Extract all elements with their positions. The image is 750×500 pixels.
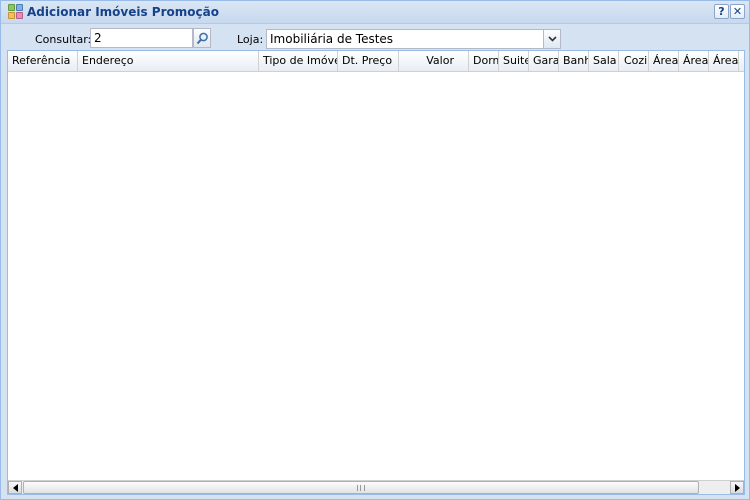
grid-apps-icon <box>8 4 23 19</box>
scroll-thumb[interactable] <box>23 481 699 494</box>
column-header-suite[interactable]: Suite <box>499 51 529 71</box>
dialog-window: Adicionar Imóveis Promoção ? ✕ Consultar… <box>0 0 750 500</box>
column-header-cozinha[interactable]: Cozir <box>619 51 649 71</box>
column-header-dorm[interactable]: Dorm <box>469 51 499 71</box>
column-header-area-1[interactable]: Área <box>649 51 679 71</box>
grid-body[interactable] <box>8 73 744 480</box>
arrow-left-icon <box>13 484 18 492</box>
search-button[interactable] <box>193 28 211 48</box>
column-header-area-3[interactable]: Área <box>709 51 739 71</box>
title-bar[interactable]: Adicionar Imóveis Promoção ? ✕ <box>1 1 749 24</box>
scroll-left-button[interactable] <box>8 481 22 494</box>
column-header-referencia[interactable]: Referência <box>8 51 78 71</box>
grip-icon <box>357 485 365 491</box>
column-header-valor[interactable]: Valor <box>399 51 469 71</box>
help-button[interactable]: ? <box>714 4 729 19</box>
imoveis-grid: Referência Endereço Tipo de Imóvel Dt. P… <box>7 50 745 495</box>
column-header-tipo-imovel[interactable]: Tipo de Imóvel <box>259 51 338 71</box>
grid-header: Referência Endereço Tipo de Imóvel Dt. P… <box>8 51 744 72</box>
loja-select[interactable]: Imobiliária de Testes <box>266 29 545 49</box>
column-header-garagem[interactable]: Gara <box>529 51 559 71</box>
chevron-down-icon <box>548 36 557 42</box>
search-icon <box>196 32 208 45</box>
search-form: Consultar: Loja: Imobiliária de Testes <box>7 25 745 50</box>
column-header-sala[interactable]: Sala <box>589 51 619 71</box>
horizontal-scrollbar[interactable] <box>8 480 744 494</box>
column-header-endereco[interactable]: Endereço <box>78 51 259 71</box>
arrow-right-icon <box>735 484 740 492</box>
consultar-input[interactable] <box>90 28 193 48</box>
scroll-right-button[interactable] <box>730 481 744 494</box>
close-button[interactable]: ✕ <box>730 4 745 19</box>
loja-dropdown-button[interactable] <box>543 29 561 49</box>
loja-label: Loja: <box>237 33 264 46</box>
consultar-label: Consultar: <box>35 33 92 46</box>
column-header-banheiro[interactable]: Banh <box>559 51 589 71</box>
window-title: Adicionar Imóveis Promoção <box>27 5 219 19</box>
column-header-area-2[interactable]: Área <box>679 51 709 71</box>
column-header-dt-preco[interactable]: Dt. Preço <box>338 51 399 71</box>
